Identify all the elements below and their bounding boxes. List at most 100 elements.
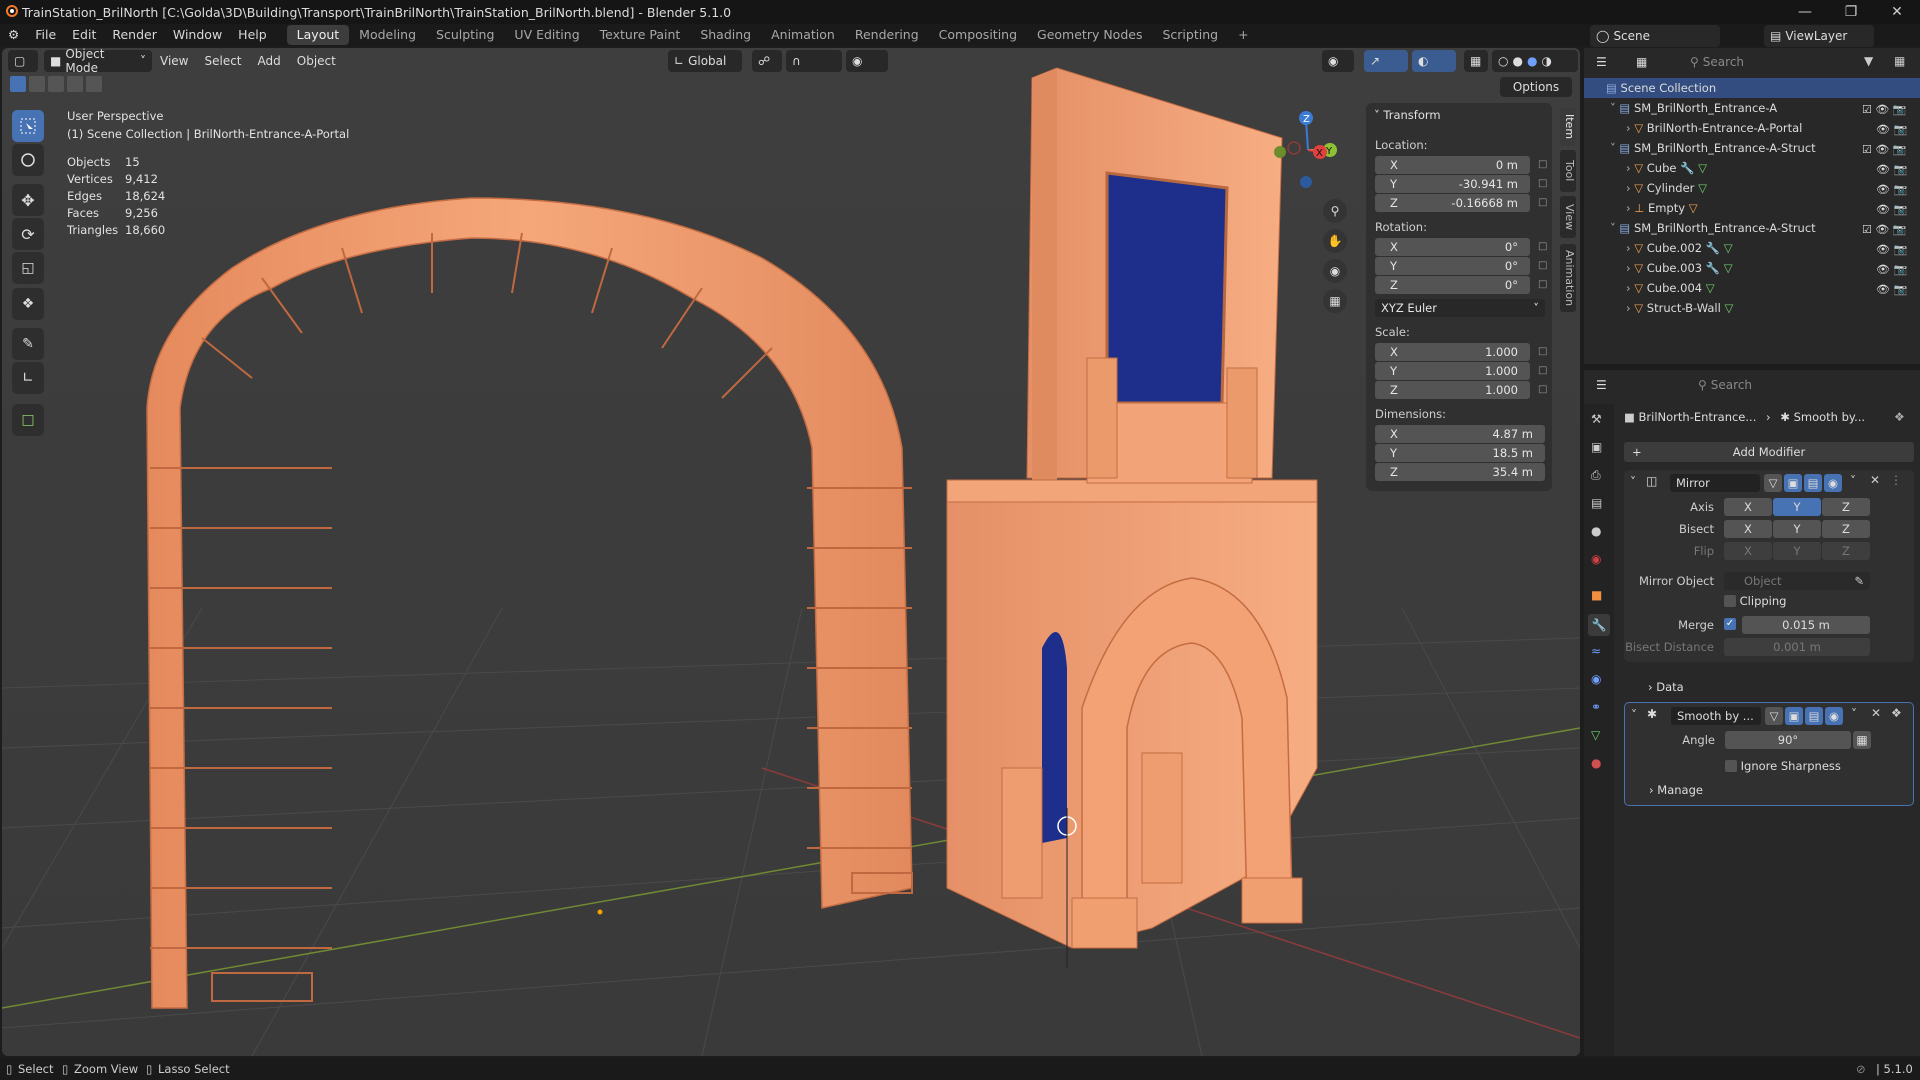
axis-y-toggle[interactable]: Y: [1773, 498, 1821, 516]
menu-object[interactable]: Object: [289, 54, 344, 68]
blender-menu-icon[interactable]: ⚙: [0, 24, 27, 46]
select-new-icon[interactable]: [10, 76, 26, 92]
lock-icon[interactable]: □: [1538, 241, 1548, 253]
mode-dropdown[interactable]: ■ Object Mode ˅: [44, 47, 152, 75]
pan-hand-icon[interactable]: ✋: [1323, 229, 1347, 253]
menu-select[interactable]: Select: [196, 54, 249, 68]
outliner-search-input[interactable]: ⚲ Search: [1684, 51, 1814, 73]
flip-y-toggle[interactable]: Y: [1773, 542, 1821, 560]
scale-y-field[interactable]: Y 1.000: [1375, 362, 1530, 380]
physics-tab-icon[interactable]: ◉: [1591, 672, 1601, 686]
row-toggles[interactable]: 👁 📷: [1862, 200, 1914, 220]
select-subtract-icon[interactable]: [48, 76, 64, 92]
overlay-toggle[interactable]: ◐: [1412, 50, 1456, 72]
tab-uv-editing[interactable]: UV Editing: [504, 25, 589, 45]
visibility-button[interactable]: ◉: [1322, 50, 1354, 72]
add-cube-tool-icon[interactable]: □: [12, 404, 44, 436]
menu-render[interactable]: Render: [104, 24, 165, 46]
tab-animation[interactable]: Animation: [761, 25, 845, 45]
scale-z-field[interactable]: Z 1.000: [1375, 381, 1530, 399]
bisect-x-toggle[interactable]: X: [1724, 520, 1772, 538]
data-subpanel-toggle[interactable]: › Data: [1648, 680, 1684, 694]
shading-buttons[interactable]: ○ ● ● ◑: [1492, 50, 1578, 72]
chevron-down-icon[interactable]: ˅: [1850, 474, 1856, 488]
rendered-icon[interactable]: ◑: [1541, 54, 1551, 68]
bisect-distance-field[interactable]: 0.001 m: [1724, 638, 1870, 656]
outliner-editor-type-button[interactable]: ☰: [1590, 51, 1624, 73]
data-tab-icon[interactable]: ▽: [1591, 728, 1600, 742]
transform-header[interactable]: ˅ Transform: [1374, 108, 1441, 122]
lock-icon[interactable]: □: [1538, 197, 1548, 209]
dimensions-x-field[interactable]: X 4.87 m: [1375, 425, 1545, 443]
realtime-icon[interactable]: ▤: [1805, 707, 1823, 725]
menu-help[interactable]: Help: [230, 24, 275, 46]
row-toggles[interactable]: 👁 📷: [1862, 120, 1914, 140]
select-box-tool-icon[interactable]: [12, 110, 44, 142]
output-tab-icon[interactable]: ⎙: [1591, 468, 1601, 483]
pin-icon[interactable]: ❖: [1894, 410, 1905, 424]
lock-icon[interactable]: □: [1538, 279, 1548, 291]
sidebar-tab-tool[interactable]: Tool: [1560, 150, 1576, 192]
tab-layout[interactable]: Layout: [286, 25, 350, 45]
ignore-sharpness-checkbox[interactable]: Ignore Sharpness: [1725, 759, 1841, 773]
material-icon[interactable]: ●: [1527, 54, 1537, 68]
dimensions-y-field[interactable]: Y 18.5 m: [1375, 444, 1545, 462]
location-y-field[interactable]: Y -30.941 m: [1375, 175, 1530, 193]
tab-scripting[interactable]: Scripting: [1152, 25, 1228, 45]
lock-icon[interactable]: □: [1538, 346, 1548, 358]
axis-z-toggle[interactable]: Z: [1822, 498, 1870, 516]
row-toggles[interactable]: ☑ 👁 📷: [1862, 220, 1914, 240]
world-tab-icon[interactable]: ◉: [1591, 552, 1601, 566]
add-modifier-button[interactable]: + Add Modifier: [1624, 442, 1914, 462]
render-icon[interactable]: ◉: [1824, 474, 1842, 492]
edit-mode-icon[interactable]: ▣: [1784, 474, 1802, 492]
move-tool-icon[interactable]: ✥: [12, 184, 44, 216]
menu-add[interactable]: Add: [250, 54, 289, 68]
manage-subpanel-toggle[interactable]: › Manage: [1649, 783, 1703, 797]
merge-distance-field[interactable]: 0.015 m: [1742, 616, 1870, 634]
annotate-tool-icon[interactable]: ✎: [12, 328, 44, 360]
menu-edit[interactable]: Edit: [64, 24, 104, 46]
rotation-mode-dropdown[interactable]: XYZ Euler ˅: [1375, 299, 1545, 317]
transform-orientation-dropdown[interactable]: ∟ Global: [668, 50, 742, 72]
edit-cage-icon[interactable]: ▽: [1764, 474, 1782, 492]
remove-modifier-icon[interactable]: ✕: [1871, 706, 1881, 720]
transform-tool-icon[interactable]: ❖: [12, 288, 44, 320]
navigation-gizmo[interactable]: Z Y X: [1268, 108, 1348, 198]
maximize-button[interactable]: ❐: [1828, 0, 1874, 24]
perspective-toggle-icon[interactable]: ▦: [1323, 289, 1347, 313]
cursor-tool-icon[interactable]: [12, 144, 44, 176]
eyedropper-icon[interactable]: ✎: [1854, 572, 1864, 590]
measure-tool-icon[interactable]: ∟: [12, 362, 44, 394]
particles-tab-icon[interactable]: ≈: [1591, 644, 1601, 658]
sidebar-tab-item[interactable]: Item: [1560, 108, 1576, 146]
menu-view[interactable]: View: [152, 54, 196, 68]
clipping-checkbox[interactable]: Clipping: [1724, 594, 1786, 608]
lock-icon[interactable]: □: [1538, 159, 1548, 171]
scene-tab-icon[interactable]: ●: [1591, 524, 1601, 538]
select-extend-icon[interactable]: [29, 76, 45, 92]
bisect-y-toggle[interactable]: Y: [1773, 520, 1821, 538]
lock-icon[interactable]: □: [1538, 365, 1548, 377]
proportional-edit-button[interactable]: ◉: [846, 50, 888, 72]
tab-texture-paint[interactable]: Texture Paint: [590, 25, 691, 45]
scale-tool-icon[interactable]: ◱: [12, 252, 44, 284]
flip-x-toggle[interactable]: X: [1724, 542, 1772, 560]
gizmo-toggle[interactable]: ↗: [1364, 50, 1408, 72]
select-intersect-icon[interactable]: [86, 76, 102, 92]
axis-x-toggle[interactable]: X: [1724, 498, 1772, 516]
3d-viewport[interactable]: [2, 48, 1580, 1056]
rotation-y-field[interactable]: Y 0°: [1375, 257, 1530, 275]
view-layer-selector[interactable]: ▤ ViewLayer: [1764, 25, 1874, 47]
constraints-tab-icon[interactable]: ⚭: [1591, 700, 1601, 714]
row-toggles[interactable]: ☑ 👁 📷: [1862, 100, 1914, 120]
tab-sculpting[interactable]: Sculpting: [426, 25, 504, 45]
tool-tab-icon[interactable]: ⚒: [1591, 412, 1602, 426]
mirror-name-field[interactable]: Mirror: [1670, 474, 1760, 492]
scale-x-field[interactable]: X 1.000: [1375, 343, 1530, 361]
smooth-name-field[interactable]: Smooth by ...: [1671, 707, 1761, 725]
realtime-icon[interactable]: ▤: [1804, 474, 1822, 492]
row-toggles[interactable]: 👁 📷: [1862, 280, 1914, 300]
minimize-button[interactable]: —: [1782, 0, 1828, 24]
drag-handle-icon[interactable]: ⋮: [1890, 473, 1902, 487]
